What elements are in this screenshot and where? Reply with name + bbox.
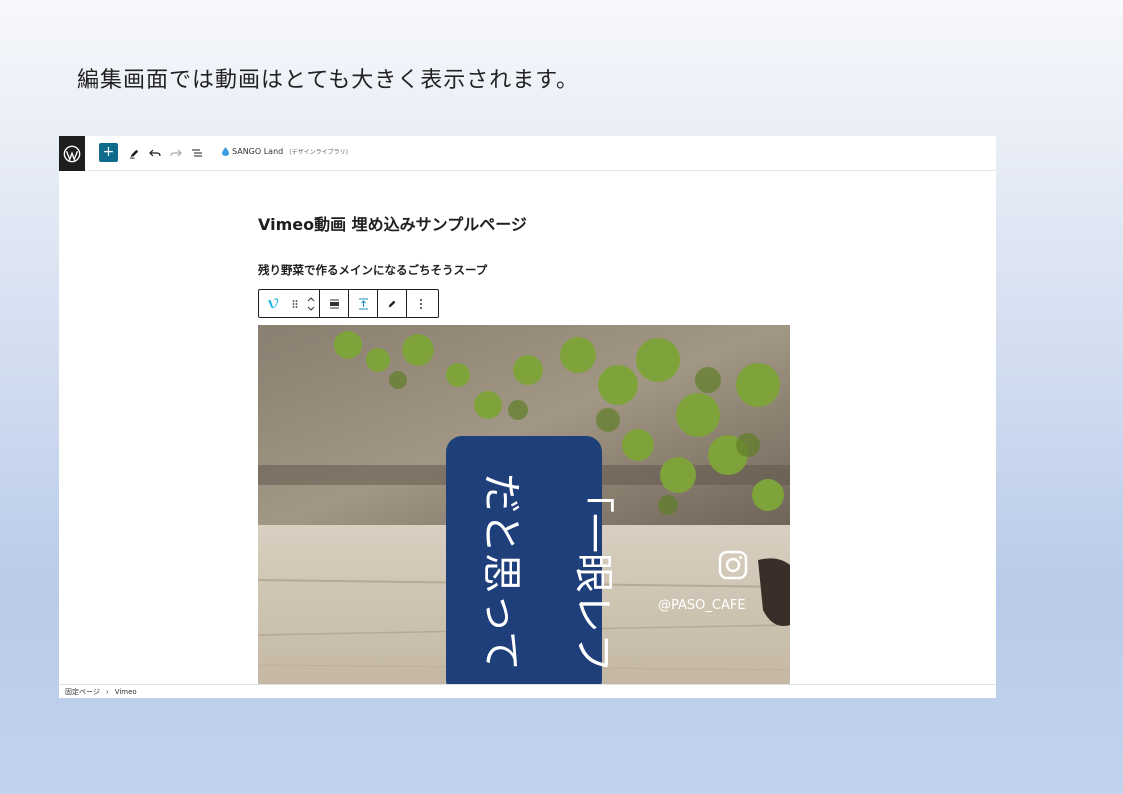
- water-drop-icon: [222, 147, 229, 156]
- vimeo-video-embed[interactable]: 「一眼レフ だと思って @PASO_CAFE: [258, 325, 790, 685]
- drag-handle-icon[interactable]: [287, 290, 303, 317]
- align-center-icon[interactable]: [320, 290, 348, 317]
- edit-pencil-icon[interactable]: [125, 144, 143, 162]
- breadcrumb-separator-icon: ›: [105, 687, 109, 696]
- move-up-down-icon[interactable]: [303, 290, 319, 317]
- block-type-group: [259, 290, 320, 317]
- more-options-icon[interactable]: [407, 290, 435, 317]
- vimeo-icon[interactable]: [259, 290, 287, 317]
- resize-group: [349, 290, 378, 317]
- site-title[interactable]: SANGO Land (デザインライブラリ): [222, 147, 348, 156]
- post-subtitle[interactable]: 残り野菜で作るメインになるごちそうスープ: [258, 262, 487, 278]
- signboard-text-left: だと思って: [478, 473, 524, 671]
- editor-top-toolbar: + SANGO Land (デザインライブラリ): [59, 136, 996, 171]
- signboard-text-right: 「一眼レフ: [570, 473, 616, 673]
- site-name: SANGO Land: [232, 147, 284, 156]
- edit-group: [378, 290, 407, 317]
- breadcrumb-parent[interactable]: 固定ページ: [65, 687, 100, 697]
- watermark-handle: @PASO_CAFE: [658, 598, 746, 613]
- wordpress-logo-icon[interactable]: [59, 136, 85, 171]
- slide-caption: 編集画面では動画はとても大きく表示されます。: [77, 68, 580, 93]
- editor-screenshot: + SANGO Land (デザインライブラリ) Vimeo動画 埋め込みサンプ…: [59, 136, 996, 698]
- undo-icon[interactable]: [146, 144, 164, 162]
- add-block-button[interactable]: +: [99, 143, 118, 162]
- block-toolbar: [258, 289, 439, 318]
- video-frame-image: 「一眼レフ だと思って @PASO_CAFE: [258, 325, 790, 685]
- redo-icon[interactable]: [167, 144, 185, 162]
- breadcrumb-current[interactable]: Vimeo: [115, 688, 137, 696]
- list-view-icon[interactable]: [188, 144, 206, 162]
- align-group: [320, 290, 349, 317]
- post-title[interactable]: Vimeo動画 埋め込みサンプルページ: [258, 211, 527, 235]
- resize-height-icon[interactable]: [349, 290, 377, 317]
- edit-url-icon[interactable]: [378, 290, 406, 317]
- site-subtitle: (デザインライブラリ): [289, 149, 348, 156]
- options-group: [407, 290, 435, 317]
- breadcrumb: 固定ページ › Vimeo: [59, 684, 996, 698]
